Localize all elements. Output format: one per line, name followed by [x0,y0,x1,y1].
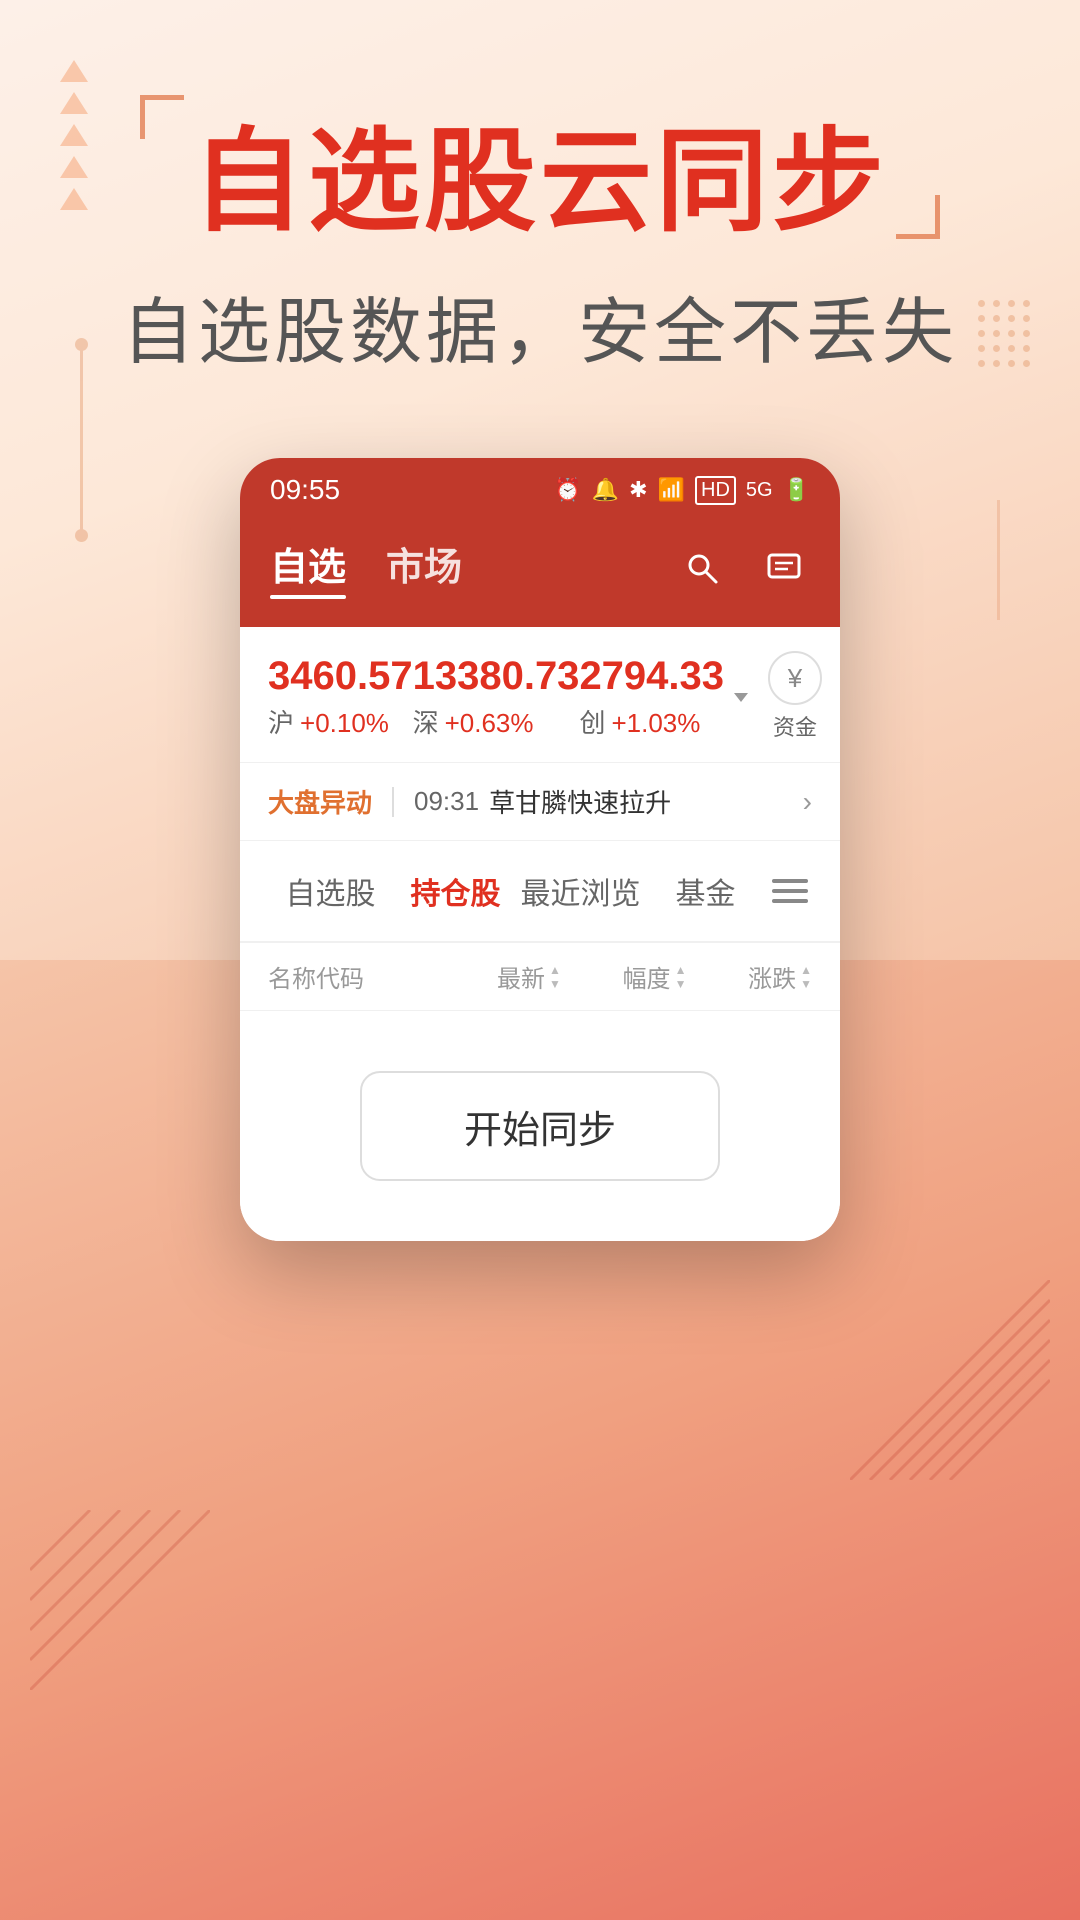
funds-icon: ¥ [768,651,822,705]
header-icons [676,542,810,594]
tab-recent[interactable]: 最近浏览 [518,861,643,921]
col-latest[interactable]: 最新 ▲▼ [435,959,561,994]
tab-holdings[interactable]: 持仓股 [393,861,518,921]
network-label: 5G [746,479,773,502]
app-header: 自选 市场 [240,516,840,627]
status-icons: ⏰ 🔔 ✱ 📶 HD 5G 🔋 [554,476,810,505]
status-bar: 09:55 ⏰ 🔔 ✱ 📶 HD 5G 🔋 [240,458,840,516]
alert-tag: 大盘异动 [268,783,372,820]
hd-label: HD [695,476,736,505]
chuangye-value: 2794.33 [579,654,724,699]
funds-label: 资金 [773,710,817,742]
shenzhen-value: 13380.73 [413,654,580,699]
status-time: 09:55 [270,474,340,506]
stock-tab-bar: 自选股 持仓股 最近浏览 基金 [240,841,840,943]
funds-button[interactable]: ¥ 资金 [768,651,822,742]
wifi-icon: 📶 [658,477,685,503]
alert-text: 草甘膦快速拉升 [489,783,793,820]
menu-line-2 [772,889,808,893]
tab-self-select[interactable]: 自选 [270,536,346,599]
tab-fund[interactable]: 基金 [643,861,768,921]
notification-icon: 🔔 [592,477,619,503]
battery-icon: 🔋 [783,477,810,503]
alert-arrow-icon: › [803,786,812,818]
col-range[interactable]: 幅度 ▲▼ [561,959,687,994]
alert-divider [392,787,394,817]
chuangye-name: 创 [579,703,605,740]
alarm-icon: ⏰ [554,477,581,503]
sort-range: ▲▼ [675,963,687,991]
sync-section: 开始同步 [240,1011,840,1241]
main-content: 自选股云同步 自选股数据，安全不丢失 09:55 ⏰ 🔔 ✱ 📶 HD 5G 🔋… [0,0,1080,1920]
index-chuangye: 2794.33 创 +1.03% [579,654,724,740]
shenzhen-name: 深 [413,703,439,740]
index-shenzhen: 13380.73 深 +0.63% [413,654,580,740]
col-change[interactable]: 涨跌 ▲▼ [686,959,812,994]
bluetooth-icon: ✱ [629,477,647,503]
shanghai-name: 沪 [268,703,294,740]
hero-subtitle: 自选股数据，安全不丢失 [80,273,1000,378]
tab-menu-icon[interactable] [768,879,812,903]
market-indices: 3460.57 沪 +0.10% 13380.73 深 +0.63% 2794.… [240,627,840,763]
sort-latest: ▲▼ [549,963,561,991]
alert-bar[interactable]: 大盘异动 09:31 草甘膦快速拉升 › [240,763,840,841]
alert-time: 09:31 [414,786,479,817]
sort-change: ▲▼ [800,963,812,991]
col-name: 名称代码 [268,959,435,994]
indices-actions: ¥ 资金 ≡ 新闻 [752,651,840,742]
shanghai-value: 3460.57 [268,654,413,699]
sync-button[interactable]: 开始同步 [360,1071,720,1181]
nav-tabs: 自选 市场 [270,536,676,599]
index-shanghai: 3460.57 沪 +0.10% [268,654,413,740]
menu-line-3 [772,899,808,903]
search-icon[interactable] [676,542,728,594]
menu-line-1 [772,879,808,883]
dropdown-arrow[interactable] [730,686,752,708]
tab-market[interactable]: 市场 [386,536,462,599]
shanghai-change: +0.10% [300,708,389,739]
hero-title: 自选股云同步 [80,120,1000,243]
tab-self-stock[interactable]: 自选股 [268,861,393,921]
message-icon[interactable] [758,542,810,594]
table-header: 名称代码 最新 ▲▼ 幅度 ▲▼ 涨跌 ▲▼ [240,943,840,1011]
hero-section: 自选股云同步 自选股数据，安全不丢失 [0,0,1080,418]
chuangye-change: +1.03% [611,708,700,739]
shenzhen-change: +0.63% [445,708,534,739]
phone-mockup: 09:55 ⏰ 🔔 ✱ 📶 HD 5G 🔋 自选 市场 [240,458,840,1241]
